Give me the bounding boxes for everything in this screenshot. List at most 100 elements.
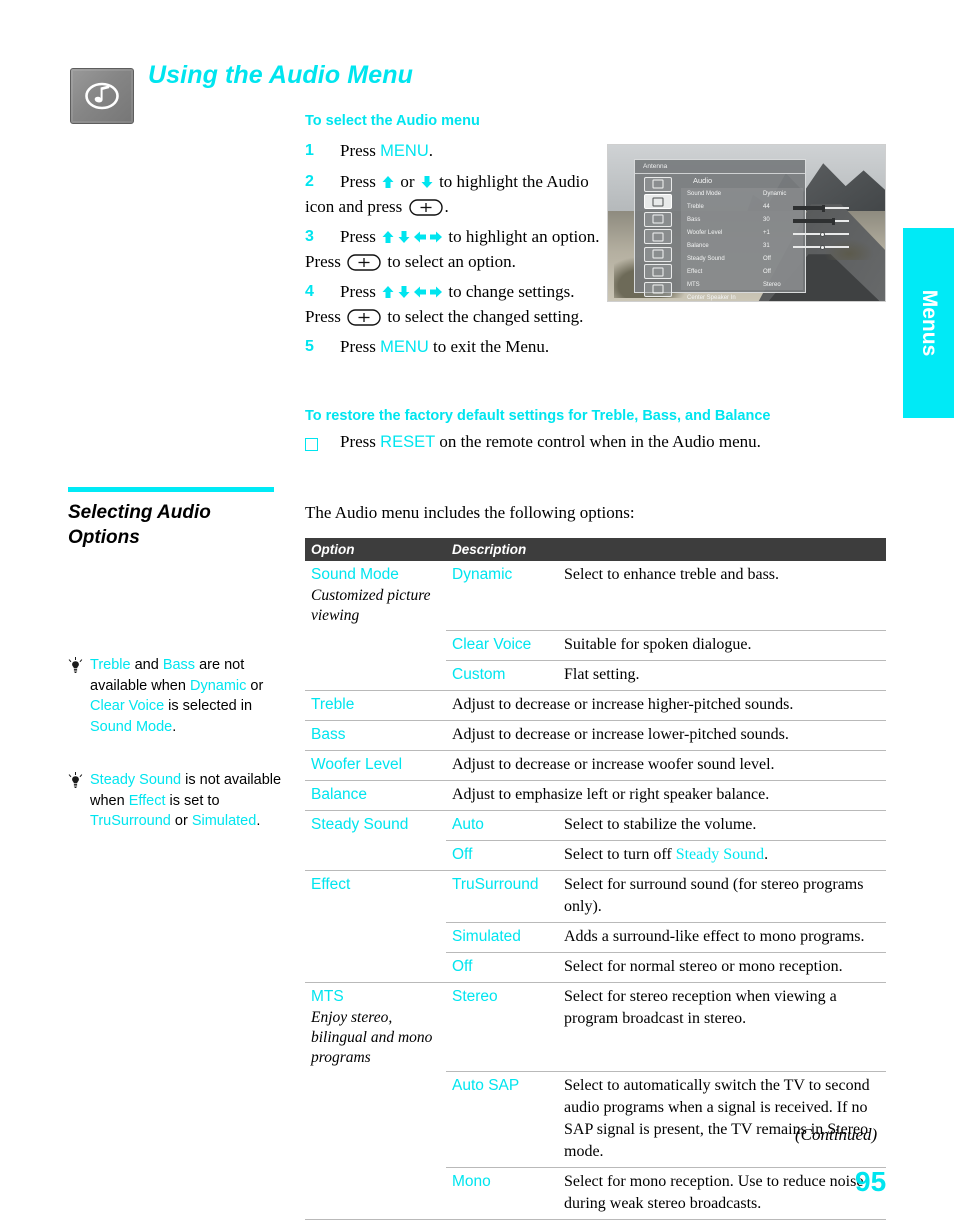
cell-option — [305, 1167, 446, 1220]
cell-value: Auto — [446, 809, 558, 840]
cell-option: Bass — [305, 719, 446, 750]
step-item: 3 Press to highlight an option. Press to … — [305, 224, 605, 274]
cell-description: Select for mono reception. Use to reduce… — [558, 1167, 886, 1220]
step-item: 2 Press or to highlight the Audio icon an… — [305, 169, 605, 219]
cell-value: Mono — [446, 1167, 558, 1220]
osd-row-label: Steady Sound — [687, 256, 725, 262]
page-number: 95 — [855, 1166, 887, 1197]
tip-term: Treble — [90, 657, 131, 673]
osd-row-value: Off — [763, 256, 771, 262]
osd-icon-parental-lock[interactable] — [644, 246, 672, 262]
cell-option — [305, 660, 446, 690]
cell-description: Adjust to decrease or increase lower-pit… — [446, 719, 886, 750]
tip-text: . — [172, 718, 177, 735]
cell-option: Sound Mode Customized picture viewing — [305, 561, 446, 630]
step-number: 2 — [305, 173, 314, 190]
osd-row[interactable]: MTS Stereo — [681, 279, 803, 292]
osd-row[interactable]: Sound Mode Dynamic — [681, 188, 803, 201]
osd-icon-channel[interactable] — [644, 229, 672, 244]
osd-slider-knob[interactable] — [819, 245, 825, 250]
arrow-up-icon — [381, 230, 395, 244]
osd-icon-screen[interactable] — [644, 211, 672, 227]
cell-value: Off — [446, 839, 558, 870]
table-row: Simulated Adds a surround-like effect to … — [305, 921, 886, 952]
step-number: 1 — [305, 142, 314, 159]
osd-row[interactable]: Effect Off — [681, 266, 803, 279]
osd-row-value: 44 — [763, 204, 770, 210]
step-text: Press or to highlight the Audio icon and… — [305, 172, 589, 216]
cell-value: Dynamic — [452, 566, 513, 583]
osd-slider-knob[interactable] — [822, 204, 826, 212]
step-text: Press MENU. — [340, 141, 433, 160]
osd-row[interactable]: Center Speaker In — [681, 292, 803, 301]
osd-row[interactable]: Balance 31 — [681, 240, 849, 253]
tip-text: or — [170, 813, 192, 829]
osd-slider-fill — [793, 206, 824, 210]
osd-row-label: MTS — [687, 282, 700, 288]
arrow-up-icon — [381, 285, 395, 299]
cell-option: Treble — [305, 689, 446, 720]
table-row: MTS Enjoy stereo, bilingual and mono prog… — [305, 981, 886, 1072]
osd-row[interactable]: Woofer Level +1 — [681, 227, 849, 240]
cell-description: Adds a surround-like effect to mono prog… — [558, 921, 886, 952]
osd-row[interactable]: Treble 44 — [681, 201, 849, 214]
osd-row-label: Sound Mode — [687, 191, 722, 197]
reset-key-label: RESET — [380, 433, 436, 451]
osd-slider-knob[interactable] — [831, 217, 835, 225]
cell-value: Clear Voice — [446, 629, 558, 660]
arrow-up-icon — [381, 175, 395, 189]
table-row: Effect TruSurround Select for surround sou… — [305, 869, 886, 922]
numbered-steps: 1 Press MENU. 2 Press or to highlight the A… — [305, 138, 605, 365]
osd-row[interactable]: Steady Sound Off — [681, 253, 803, 266]
cell-option: Balance — [305, 779, 446, 810]
step-number: 3 — [305, 228, 314, 245]
osd-settings-rows: Sound Mode Dynamic Treble 44 Bass 30 Woofer Le… — [681, 188, 849, 301]
page-title: Using the Audio Menu — [148, 61, 413, 89]
table-row: Treble Adjust to decrease or increase hig… — [305, 689, 886, 720]
section-title: Selecting Audio Options — [68, 502, 211, 548]
cell-description: Adjust to decrease or increase woofer so… — [446, 749, 886, 780]
section-tab-menus: Menus — [903, 228, 954, 418]
osd-icon-audio[interactable] — [644, 194, 672, 209]
cell-description: Adjust to decrease or increase higher-pi… — [446, 689, 886, 720]
cell-option — [305, 952, 446, 982]
osd-icon-picture[interactable] — [644, 176, 672, 192]
on-screen-audio-menu: Antenna Audio Sound Mode Dynamic Treble 44 B… — [634, 159, 849, 301]
tip-term: Dynamic — [189, 677, 247, 694]
osd-row-label: Balance — [687, 243, 709, 249]
arrow-down-icon — [420, 175, 434, 189]
cell-description: Select to automatically switch the TV to… — [558, 1071, 886, 1168]
table-row: Clear Voice Suitable for spoken dialogue. — [305, 629, 886, 660]
step-text: Press to highlight an option. Press to s… — [305, 227, 600, 271]
osd-slider-knob[interactable] — [819, 232, 825, 237]
center-enter-button-icon — [347, 254, 381, 271]
table-row: Custom Flat setting. — [305, 659, 886, 690]
tip-term: Simulated — [191, 813, 257, 829]
table-row: Balance Adjust to emphasize left or right… — [305, 779, 886, 810]
osd-icon-pip[interactable] — [644, 281, 672, 297]
cell-option — [305, 840, 446, 870]
tip-text: is selected in — [164, 698, 253, 714]
osd-row[interactable]: Bass 30 — [681, 214, 849, 227]
step-item: 1 Press MENU. — [305, 138, 605, 164]
tip-note: Steady Sound is not available when Effec… — [68, 770, 283, 832]
cell-option — [305, 1072, 446, 1168]
cell-option-note: Enjoy stereo, bilingual and mono program… — [311, 1008, 433, 1066]
step-number: 5 — [305, 338, 314, 355]
audio-options-table: Option Description Sound Mode Customized … — [305, 538, 886, 1220]
table-row: Sound Mode Customized picture viewing Dyna… — [305, 561, 886, 630]
arrow-right-icon — [429, 230, 443, 244]
table-row: Mono Select for mono reception. Use to re… — [305, 1167, 886, 1220]
arrow-left-icon — [413, 230, 427, 244]
table-row: Woofer Level Adjust to decrease or increa… — [305, 749, 886, 780]
cell-option: Effect — [305, 869, 446, 922]
section-tab-label: Menus — [917, 289, 941, 357]
osd-row-value: Stereo — [763, 282, 781, 288]
osd-icon-setup[interactable] — [644, 264, 672, 279]
key-label-menu: MENU — [380, 338, 429, 356]
cell-description: Select to enhance treble and bass. — [564, 566, 780, 583]
cell-option: Woofer Level — [305, 749, 446, 780]
manual-page: Using the Audio Menu To select the Audio… — [0, 0, 954, 1227]
tip-term: TruSurround — [90, 813, 171, 829]
osd-row-value: Off — [763, 269, 771, 275]
